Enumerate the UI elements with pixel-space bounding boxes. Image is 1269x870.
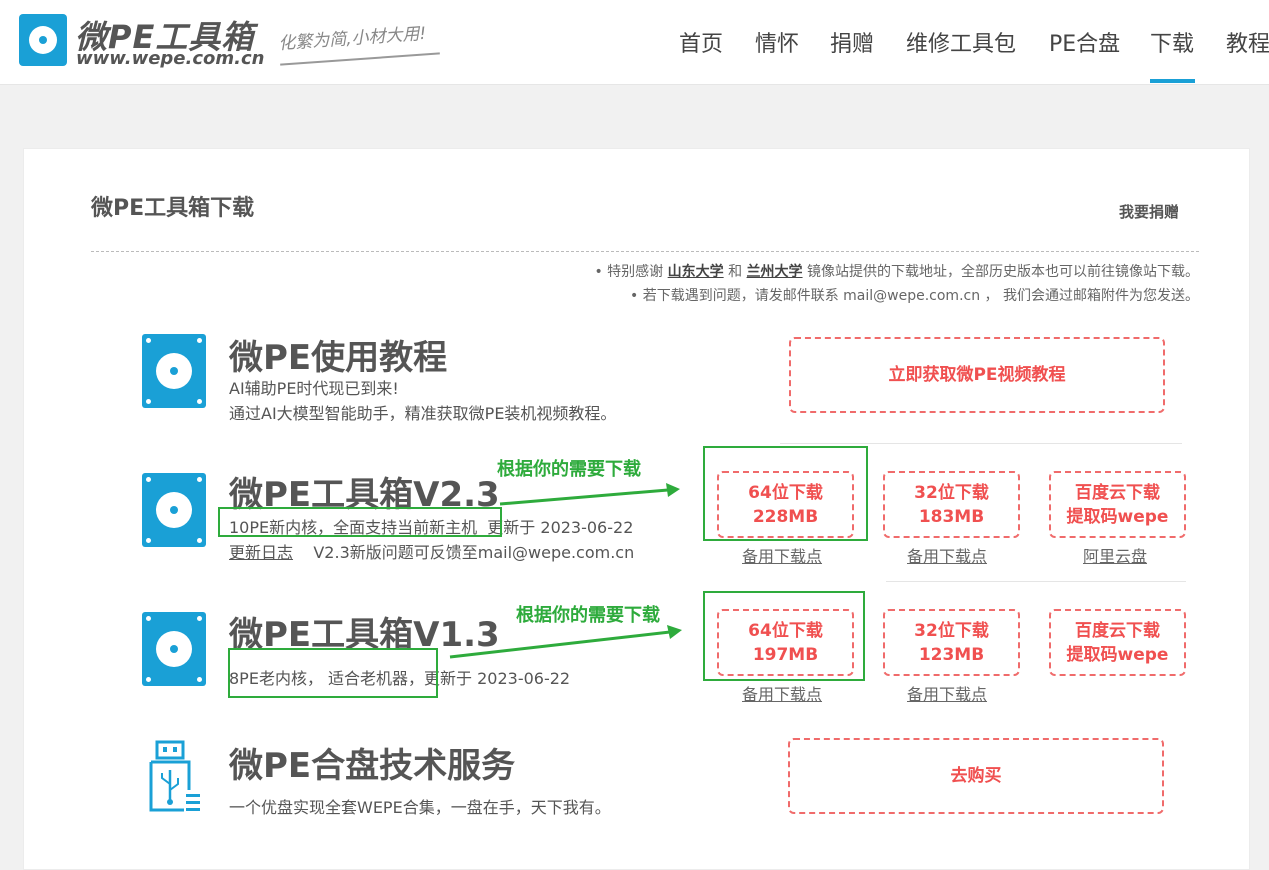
annotation-text: 根据你的需要下载 bbox=[497, 459, 641, 480]
btn-size: 228MB bbox=[752, 506, 819, 527]
logo-url[interactable]: www.wepe.com.cn bbox=[76, 48, 264, 69]
slogan-underline bbox=[280, 52, 440, 66]
buy-button[interactable]: 去购买 bbox=[788, 738, 1164, 814]
get-video-tutorial-label: 立即获取微PE视频教程 bbox=[888, 365, 1066, 385]
btn-size: 197MB bbox=[752, 644, 819, 665]
link-lzu-mirror[interactable]: 兰州大学 bbox=[747, 264, 803, 280]
get-video-tutorial-button[interactable]: 立即获取微PE视频教程 bbox=[789, 337, 1165, 413]
v23-mirror-64-link[interactable]: 备用下载点 bbox=[742, 543, 822, 567]
nav-tutorial[interactable]: 教程 bbox=[1226, 26, 1269, 58]
tutorial-title: 微PE使用教程 bbox=[229, 338, 448, 378]
v23-download-32-button[interactable]: 32位下载 183MB bbox=[883, 471, 1020, 538]
btn-label: 百度云下载 bbox=[1075, 482, 1160, 503]
annotation-box bbox=[228, 648, 438, 698]
notice-thanks-prefix: • 特别感谢 bbox=[594, 264, 668, 280]
btn-label: 32位下载 bbox=[914, 482, 989, 503]
notice-thanks-suffix: 镜像站提供的下载地址，全部历史版本也可以前往镜像站下载。 bbox=[802, 264, 1199, 280]
page-title: 微PE工具箱下载 bbox=[91, 196, 255, 221]
disc-icon bbox=[142, 334, 206, 408]
v23-feedback: V2.3新版问题可反馈至mail@wepe.com.cn bbox=[313, 543, 635, 562]
title-divider bbox=[91, 251, 1199, 252]
row-divider bbox=[780, 443, 1182, 444]
annotation-arrow-icon bbox=[449, 625, 682, 659]
v23-download-64-button[interactable]: 64位下载 228MB bbox=[717, 471, 854, 538]
v13-updated: 更新于 2023-06-22 bbox=[424, 669, 571, 688]
v13-baidu-download-button[interactable]: 百度云下载 提取码wepe bbox=[1049, 609, 1186, 676]
annotation-box bbox=[218, 507, 502, 537]
btn-label: 32位下载 bbox=[914, 620, 989, 641]
disc-icon bbox=[142, 612, 206, 686]
nav-download[interactable]: 下载 bbox=[1150, 26, 1194, 58]
v23-baidu-download-button[interactable]: 百度云下载 提取码wepe bbox=[1049, 471, 1186, 538]
annotation-arrow-icon bbox=[499, 483, 680, 506]
service-title: 微PE合盘技术服务 bbox=[229, 746, 516, 786]
nav-active-indicator bbox=[1150, 79, 1195, 83]
row-divider bbox=[886, 581, 1186, 582]
logo-disc-icon[interactable] bbox=[19, 14, 67, 66]
notice-thanks: • 特别感谢 山东大学 和 兰州大学 镜像站提供的下载地址，全部历史版本也可以前… bbox=[594, 261, 1199, 281]
btn-size: 183MB bbox=[918, 506, 985, 527]
notice-contact: • 若下载遇到问题，请发邮件联系 mail@wepe.com.cn ， 我们会通… bbox=[630, 288, 1199, 304]
slogan: 化繁为简,小材大用! bbox=[277, 23, 427, 55]
v13-mirror-32-link[interactable]: 备用下载点 bbox=[907, 681, 987, 705]
v23-updated: 更新于 2023-06-22 bbox=[487, 518, 634, 537]
nav-donate[interactable]: 捐赠 bbox=[830, 26, 874, 58]
v13-download-32-button[interactable]: 32位下载 123MB bbox=[883, 609, 1020, 676]
btn-size: 123MB bbox=[918, 644, 985, 665]
btn-label: 64位下载 bbox=[748, 620, 823, 641]
notice-and: 和 bbox=[723, 264, 747, 280]
nav-qinghuai[interactable]: 情怀 bbox=[755, 26, 799, 58]
nav-home[interactable]: 首页 bbox=[679, 26, 723, 58]
buy-label: 去购买 bbox=[950, 766, 1002, 786]
btn-label: 百度云下载 bbox=[1075, 620, 1160, 641]
tutorial-line2: 通过AI大模型智能助手，精准获取微PE装机视频教程。 bbox=[229, 404, 617, 423]
btn-label: 64位下载 bbox=[748, 482, 823, 503]
nav-repair-toolkit[interactable]: 维修工具包 bbox=[906, 26, 1016, 58]
site-header: 微PE工具箱 www.wepe.com.cn 化繁为简,小材大用! 首页 情怀 … bbox=[0, 0, 1269, 85]
nav-pe-combo[interactable]: PE合盘 bbox=[1049, 26, 1120, 58]
service-line1: 一个优盘实现全套WEPE合集，一盘在手，天下我有。 bbox=[229, 798, 611, 817]
btn-code: 提取码wepe bbox=[1066, 644, 1169, 665]
disc-icon bbox=[142, 473, 206, 547]
v23-aliyun-link[interactable]: 阿里云盘 bbox=[1083, 543, 1147, 567]
v23-changelog-link[interactable]: 更新日志 bbox=[229, 543, 293, 562]
v13-mirror-64-link[interactable]: 备用下载点 bbox=[742, 681, 822, 705]
tutorial-line1: AI辅助PE时代现已到来! bbox=[229, 379, 399, 398]
v13-download-64-button[interactable]: 64位下载 197MB bbox=[717, 609, 854, 676]
donate-link[interactable]: 我要捐赠 bbox=[1119, 201, 1179, 222]
v23-links-line: 更新日志 V2.3新版问题可反馈至mail@wepe.com.cn bbox=[229, 539, 634, 563]
btn-code: 提取码wepe bbox=[1066, 506, 1169, 527]
v23-mirror-32-link[interactable]: 备用下载点 bbox=[907, 543, 987, 567]
link-sdu-mirror[interactable]: 山东大学 bbox=[668, 264, 724, 280]
usb-drive-icon bbox=[149, 740, 200, 812]
